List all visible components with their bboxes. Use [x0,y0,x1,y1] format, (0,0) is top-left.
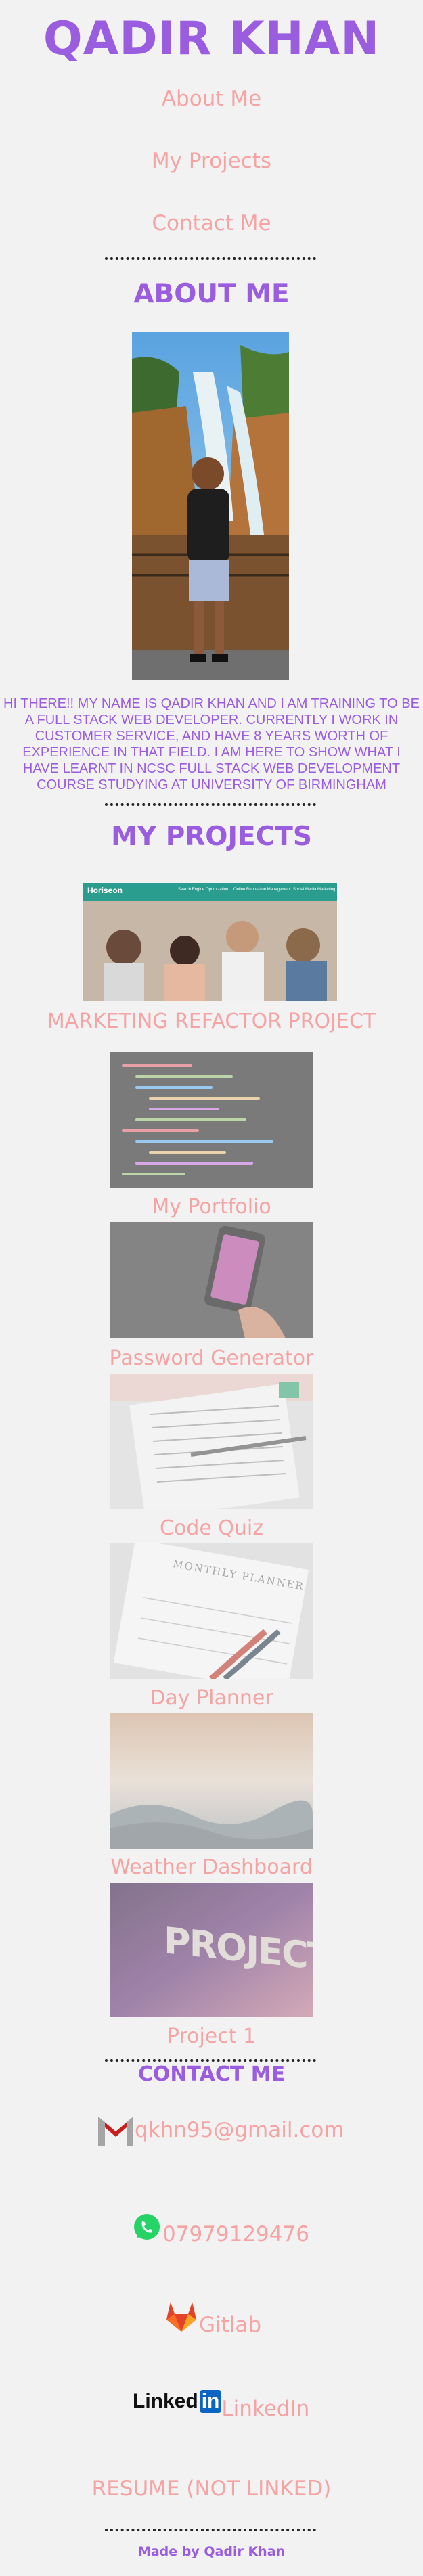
project-link-weather-dashboard[interactable]: Weather Dashboard [0,1855,423,1879]
footer-credit: Made by Qadir Khan [137,2544,286,2559]
linkedin-icon: Linked in [133,2390,222,2413]
project-link-day-planner[interactable]: Day Planner [0,1686,423,1710]
project-thumbnail-my-portfolio[interactable] [110,1052,313,1188]
project-link-my-portfolio[interactable]: My Portfolio [0,1195,423,1219]
linkedin-logo-in: in [199,2390,222,2413]
project-thumbnail-password-generator[interactable] [110,1222,313,1338]
project-thumbnail-weather-dashboard[interactable] [110,1713,313,1849]
project-link-code-quiz[interactable]: Code Quiz [0,1516,423,1540]
nav-about-me[interactable]: About Me [0,87,423,111]
linkedin-link[interactable]: Linked in LinkedIn [133,2382,309,2421]
site-title: QADIR KHAN [43,12,380,66]
email-address: qkhn95@gmail.com [135,2118,344,2142]
divider [105,803,316,806]
linkedin-logo-text: Linked [133,2390,198,2412]
project-thumbnail-code-quiz[interactable] [110,1374,313,1509]
contact-heading: CONTACT ME [137,2062,286,2086]
nav-contact-me[interactable]: Contact Me [0,211,423,235]
project-link-password-generator[interactable]: Password Generator [0,1347,423,1370]
divider [105,257,316,260]
projects-heading: MY PROJECTS [111,821,312,852]
gitlab-label: Gitlab [199,2313,262,2337]
thumb-brand: Horiseon [87,886,123,895]
divider [105,2059,316,2062]
about-bio: HI THERE!! MY NAME IS QADIR KHAN AND I A… [3,696,420,792]
linkedin-label: LinkedIn [221,2397,310,2421]
about-heading: ABOUT ME [133,279,290,309]
thumb-nav-item: Online Reputation Management [233,888,291,892]
project-thumbnail-marketing-refactor[interactable]: Horiseon Search Engine Optimization Onli… [83,883,337,1001]
thumb-nav-item: Social Media Marketing [293,888,336,892]
project-link-marketing-refactor[interactable]: MARKETING REFACTOR PROJECT [0,1010,423,1033]
phone-number: 07979129476 [162,2222,309,2246]
email-link[interactable]: qkhn95@gmail.com [97,2112,344,2148]
divider [105,2529,316,2531]
resume-link[interactable]: RESUME (NOT LINKED) [0,2477,423,2501]
thumb-nav-item: Search Engine Optimization [178,888,229,892]
gmail-icon [98,2117,133,2146]
whatsapp-icon [134,2214,160,2240]
project-thumbnail-project-1[interactable]: PROJECTS [110,1883,313,2017]
phone-link[interactable]: 07979129476 [133,2207,309,2246]
project-link-project-1[interactable]: Project 1 [0,2025,423,2048]
gitlab-icon [166,2302,196,2332]
nav-my-projects[interactable]: My Projects [0,149,423,173]
profile-photo [132,332,289,680]
gitlab-link[interactable]: Gitlab [164,2295,261,2337]
project-thumbnail-day-planner[interactable]: MONTHLY PLANNER [110,1543,313,1679]
